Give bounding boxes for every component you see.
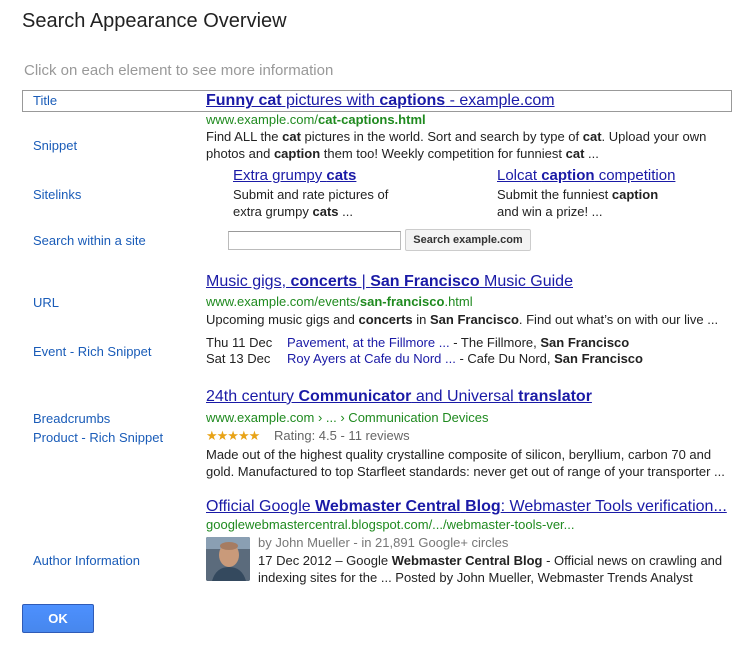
author-byline: by John Mueller - in 21,891 Google+ circ… (258, 535, 509, 550)
label-breadcrumbs[interactable]: Breadcrumbs (33, 411, 110, 426)
author-avatar (206, 537, 250, 581)
result-3-snippet-line-1: Made out of the highest quality crystall… (206, 447, 712, 462)
sitelink-2-desc-line-1: Submit the funniest caption (497, 187, 659, 202)
ok-button[interactable]: OK (22, 604, 94, 633)
result-4-snippet-line-1: 17 Dec 2012 – Google Webmaster Central B… (258, 553, 723, 568)
label-url[interactable]: URL (33, 295, 59, 310)
event-1-date: Thu 11 Dec (206, 335, 273, 350)
label-event-rich-snippet[interactable]: Event - Rich Snippet (33, 344, 152, 359)
event-1-row: Pavement, at the Fillmore ... - The Fill… (287, 335, 630, 350)
sitelink-1-title[interactable]: Extra grumpy cats (233, 167, 356, 184)
result-1-snippet-line-1: Find ALL the cat pictures in the world. … (206, 129, 707, 144)
result-2-url: www.example.com/events/san-francisco.htm… (206, 294, 473, 309)
result-3-title[interactable]: 24th century Communicator and Universal … (206, 388, 592, 406)
author-photo-icon (206, 537, 250, 581)
result-2-title[interactable]: Music gigs, concerts | San Francisco Mus… (206, 273, 573, 291)
rating-text: Rating: 4.5 - 11 reviews (274, 428, 410, 443)
result-4-url: googlewebmastercentral.blogspot.com/.../… (206, 517, 575, 532)
result-1-url: www.example.com/cat-captions.html (206, 112, 426, 127)
result-1-snippet-line-2: photos and caption them too! Weekly comp… (206, 146, 599, 161)
result-2-snippet: Upcoming music gigs and concerts in San … (206, 312, 719, 327)
event-1-link[interactable]: Pavement, at the Fillmore ... (287, 335, 450, 350)
event-2-row: Roy Ayers at Cafe du Nord ... - Cafe Du … (287, 351, 643, 366)
dialog-title: Search Appearance Overview (22, 10, 287, 32)
result-1-title[interactable]: Funny cat pictures with captions - examp… (206, 92, 555, 110)
label-search-within[interactable]: Search within a site (33, 233, 146, 248)
event-2-date: Sat 13 Dec (206, 351, 271, 366)
result-4-snippet-line-2: indexing sites for the ... Posted by Joh… (258, 570, 693, 585)
hint-text: Click on each element to see more inform… (24, 62, 334, 79)
sitelink-1-desc-line-2: extra grumpy cats ... (233, 204, 353, 219)
result-4-title[interactable]: Official Google Webmaster Central Blog: … (206, 498, 727, 516)
site-search-input[interactable] (228, 231, 401, 250)
sitelink-2-desc-line-2: and win a prize! ... (497, 204, 603, 219)
site-search-button[interactable]: Search example.com (405, 229, 531, 251)
event-2-link[interactable]: Roy Ayers at Cafe du Nord ... (287, 351, 456, 366)
label-sitelinks[interactable]: Sitelinks (33, 187, 81, 202)
label-author-information[interactable]: Author Information (33, 553, 140, 568)
sitelink-1-desc-line-1: Submit and rate pictures of (233, 187, 389, 202)
label-title[interactable]: Title (33, 93, 57, 108)
result-3-snippet-line-2: gold. Manufactured to top Starfleet stan… (206, 464, 725, 479)
sitelink-2-title[interactable]: Lolcat caption competition (497, 167, 675, 184)
rating-stars-icon: ★★★★★ (206, 428, 260, 443)
result-3-breadcrumb: www.example.com › ... › Communication De… (206, 410, 489, 425)
label-product-rich-snippet[interactable]: Product - Rich Snippet (33, 430, 163, 445)
label-snippet[interactable]: Snippet (33, 138, 77, 153)
